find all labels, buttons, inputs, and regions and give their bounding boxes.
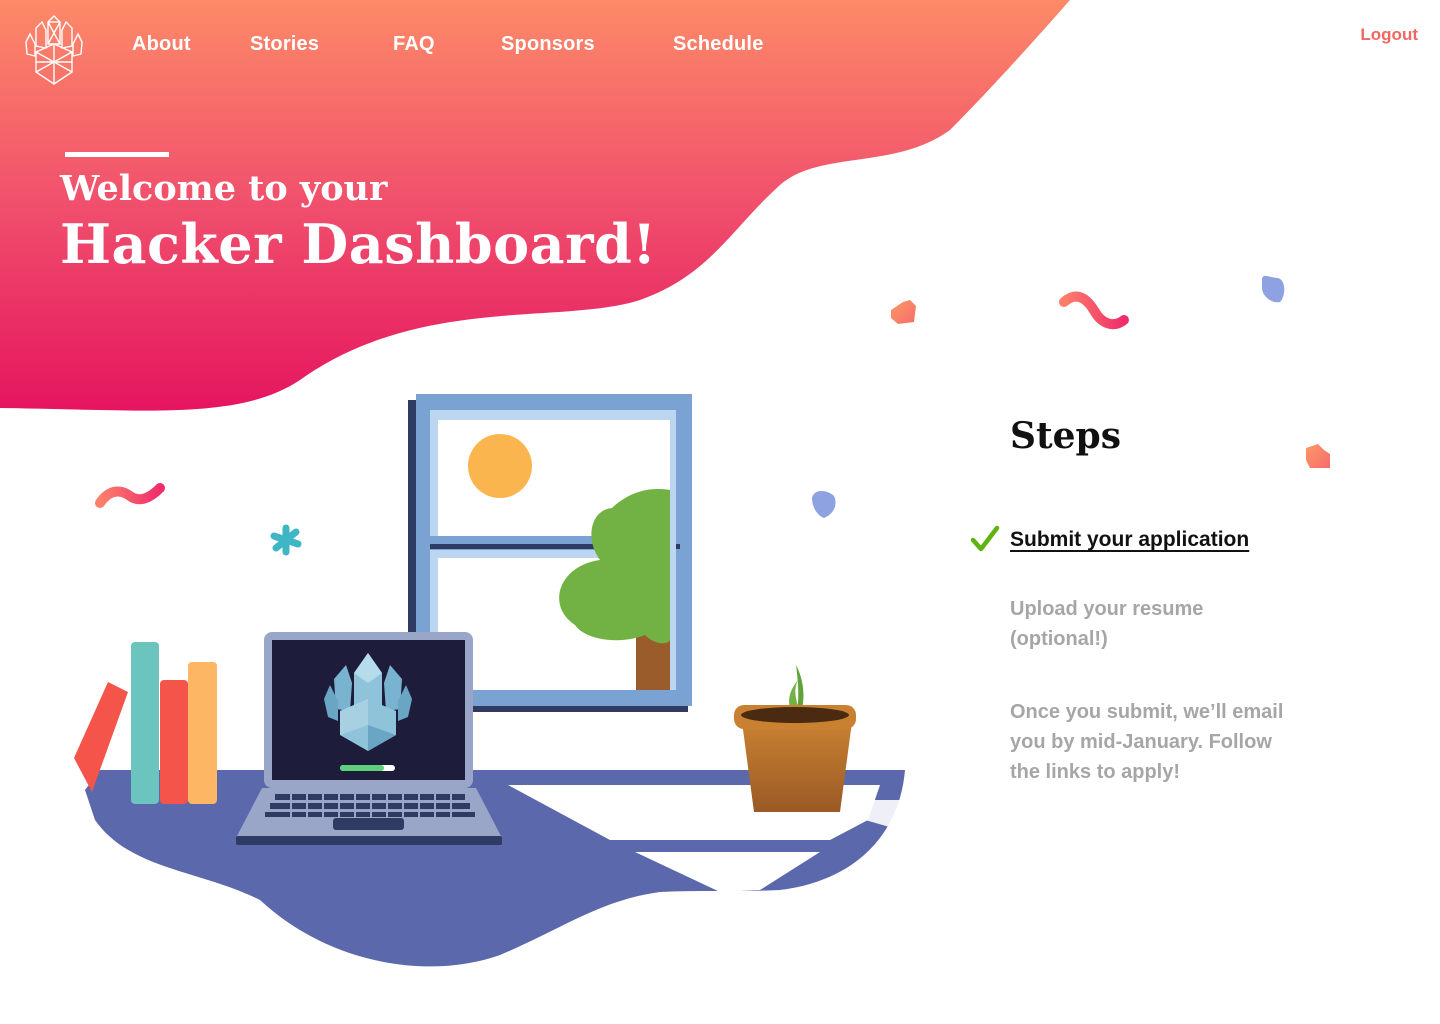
- hero-title: Hacker Dashboard!: [60, 212, 657, 276]
- nav-link-sponsors[interactable]: Sponsors: [501, 33, 595, 56]
- nav-link-faq[interactable]: FAQ: [393, 33, 435, 56]
- nav-link-about[interactable]: About: [132, 33, 191, 56]
- confetti-star: [270, 524, 302, 556]
- nav-link-schedule[interactable]: Schedule: [673, 33, 764, 56]
- laptop-illustration: [236, 632, 502, 845]
- confetti-heart: [1306, 444, 1330, 468]
- hero-divider: [65, 152, 169, 157]
- plant-pot-illustration: [734, 665, 856, 812]
- top-nav: About Stories FAQ Sponsors Schedule Logo…: [0, 0, 1440, 90]
- confetti-drop: [812, 491, 836, 518]
- nav-link-stories[interactable]: Stories: [250, 33, 319, 56]
- steps-title: Steps: [1010, 415, 1121, 457]
- confetti-squiggle: [95, 483, 165, 508]
- background-illustration: [0, 0, 1330, 967]
- step-email-info: Once you submit, we’ll email you by mid-…: [1010, 701, 1284, 783]
- hero-subtitle: Welcome to your: [60, 168, 388, 209]
- books-illustration: [74, 642, 217, 804]
- confetti-squiggle: [1059, 291, 1129, 330]
- step-upload-resume: Upload your resume (optional!): [1010, 598, 1204, 650]
- confetti-drop: [1262, 275, 1285, 303]
- crystal-hand-logo-icon[interactable]: [22, 14, 86, 90]
- step-submit-application-link[interactable]: Submit your application: [1010, 528, 1249, 552]
- confetti-heart: [891, 300, 916, 324]
- checkmark-icon: [970, 525, 1000, 552]
- logout-link[interactable]: Logout: [1360, 25, 1418, 45]
